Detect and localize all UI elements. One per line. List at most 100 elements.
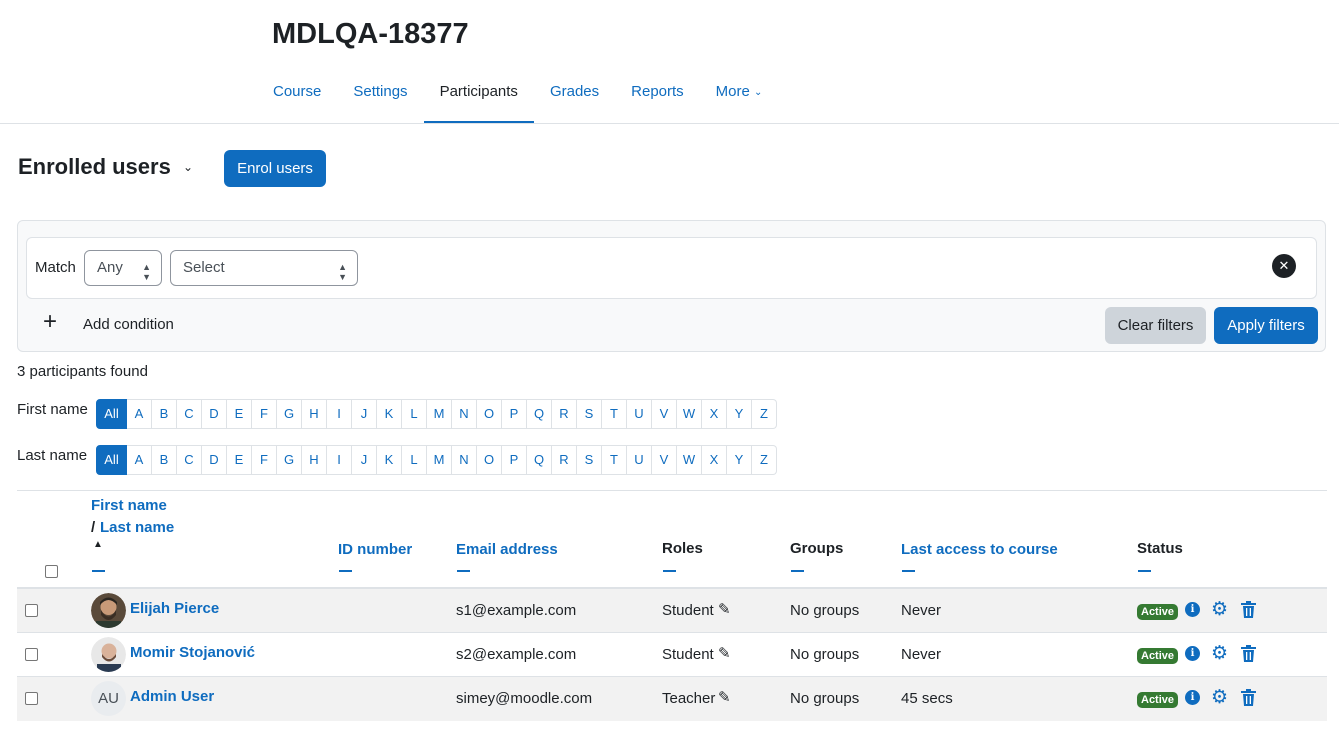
tab-participants[interactable]: Participants bbox=[423, 70, 535, 124]
last-name-initial-j[interactable]: J bbox=[352, 445, 377, 475]
user-name-link[interactable]: Elijah Pierce bbox=[130, 600, 219, 617]
last-name-initial-s[interactable]: S bbox=[577, 445, 602, 475]
first-name-initial-s[interactable]: S bbox=[577, 399, 602, 429]
first-name-initial-m[interactable]: M bbox=[427, 399, 452, 429]
row-checkbox[interactable] bbox=[25, 692, 38, 705]
last-name-initial-x[interactable]: X bbox=[702, 445, 727, 475]
user-name-link[interactable]: Momir Stojanović bbox=[130, 644, 255, 661]
first-name-initial-e[interactable]: E bbox=[227, 399, 252, 429]
first-name-initial-z[interactable]: Z bbox=[752, 399, 777, 429]
collapse-column-icon[interactable] bbox=[339, 570, 352, 572]
user-name-link[interactable]: Admin User bbox=[130, 688, 214, 705]
first-name-initial-r[interactable]: R bbox=[552, 399, 577, 429]
first-name-initial-o[interactable]: O bbox=[477, 399, 502, 429]
pencil-icon[interactable]: ✎ bbox=[718, 688, 731, 706]
remove-condition-icon[interactable]: ✕ bbox=[1272, 254, 1296, 278]
collapse-column-icon[interactable] bbox=[92, 570, 105, 572]
sort-first-name[interactable]: First name bbox=[91, 497, 167, 514]
first-name-initial-i[interactable]: I bbox=[327, 399, 352, 429]
info-icon[interactable]: i bbox=[1185, 602, 1200, 617]
last-name-initial-w[interactable]: W bbox=[677, 445, 702, 475]
sort-last-access[interactable]: Last access to course bbox=[901, 541, 1058, 558]
select-all-checkbox[interactable] bbox=[45, 565, 58, 578]
last-name-initial-n[interactable]: N bbox=[452, 445, 477, 475]
tab-grades[interactable]: Grades bbox=[534, 70, 615, 124]
last-name-initial-l[interactable]: L bbox=[402, 445, 427, 475]
avatar[interactable] bbox=[91, 593, 126, 628]
tab-reports[interactable]: Reports bbox=[615, 70, 700, 124]
sort-id-number[interactable]: ID number bbox=[338, 541, 412, 558]
first-name-initial-f[interactable]: F bbox=[252, 399, 277, 429]
last-name-initial-r[interactable]: R bbox=[552, 445, 577, 475]
sort-last-name[interactable]: Last name bbox=[100, 519, 174, 536]
tab-settings[interactable]: Settings bbox=[337, 70, 423, 124]
tab-more[interactable]: More ⌄ bbox=[700, 70, 779, 124]
apply-filters-button[interactable]: Apply filters bbox=[1214, 307, 1318, 344]
last-name-initial-p[interactable]: P bbox=[502, 445, 527, 475]
collapse-column-icon[interactable] bbox=[791, 570, 804, 572]
collapse-column-icon[interactable] bbox=[902, 570, 915, 572]
row-checkbox[interactable] bbox=[25, 604, 38, 617]
plus-icon[interactable]: + bbox=[43, 310, 57, 334]
last-name-initial-t[interactable]: T bbox=[602, 445, 627, 475]
condition-select[interactable]: Select ▲ ▼ bbox=[170, 250, 358, 286]
first-name-initial-g[interactable]: G bbox=[277, 399, 302, 429]
page-title[interactable]: Enrolled users bbox=[18, 154, 171, 180]
first-name-initial-y[interactable]: Y bbox=[727, 399, 752, 429]
clear-filters-button[interactable]: Clear filters bbox=[1105, 307, 1206, 344]
first-name-initial-u[interactable]: U bbox=[627, 399, 652, 429]
pencil-icon[interactable]: ✎ bbox=[718, 600, 731, 618]
last-name-initial-v[interactable]: V bbox=[652, 445, 677, 475]
chevron-down-icon[interactable]: ⌄ bbox=[183, 160, 193, 174]
first-name-initial-n[interactable]: N bbox=[452, 399, 477, 429]
last-name-initial-c[interactable]: C bbox=[177, 445, 202, 475]
first-name-initial-l[interactable]: L bbox=[402, 399, 427, 429]
first-name-initial-v[interactable]: V bbox=[652, 399, 677, 429]
first-name-initial-a[interactable]: A bbox=[127, 399, 152, 429]
avatar[interactable]: AU bbox=[91, 681, 126, 716]
tab-course[interactable]: Course bbox=[257, 70, 337, 124]
collapse-column-icon[interactable] bbox=[663, 570, 676, 572]
first-name-initial-t[interactable]: T bbox=[602, 399, 627, 429]
trash-icon[interactable] bbox=[1241, 645, 1256, 662]
gear-icon[interactable]: ⚙ bbox=[1211, 688, 1228, 707]
pencil-icon[interactable]: ✎ bbox=[718, 644, 731, 662]
last-name-initial-m[interactable]: M bbox=[427, 445, 452, 475]
collapse-column-icon[interactable] bbox=[457, 570, 470, 572]
first-name-initial-all[interactable]: All bbox=[96, 399, 127, 429]
last-name-initial-q[interactable]: Q bbox=[527, 445, 552, 475]
last-name-initial-i[interactable]: I bbox=[327, 445, 352, 475]
first-name-initial-h[interactable]: H bbox=[302, 399, 327, 429]
last-name-initial-z[interactable]: Z bbox=[752, 445, 777, 475]
last-name-initial-g[interactable]: G bbox=[277, 445, 302, 475]
info-icon[interactable]: i bbox=[1185, 690, 1200, 705]
last-name-initial-e[interactable]: E bbox=[227, 445, 252, 475]
last-name-initial-u[interactable]: U bbox=[627, 445, 652, 475]
info-icon[interactable]: i bbox=[1185, 646, 1200, 661]
last-name-initial-d[interactable]: D bbox=[202, 445, 227, 475]
first-name-initial-q[interactable]: Q bbox=[527, 399, 552, 429]
first-name-initial-x[interactable]: X bbox=[702, 399, 727, 429]
last-name-initial-all[interactable]: All bbox=[96, 445, 127, 475]
add-condition-button[interactable]: Add condition bbox=[83, 316, 174, 333]
first-name-initial-b[interactable]: B bbox=[152, 399, 177, 429]
collapse-column-icon[interactable] bbox=[1138, 570, 1151, 572]
match-select[interactable]: Any ▲ ▼ bbox=[84, 250, 162, 286]
gear-icon[interactable]: ⚙ bbox=[1211, 600, 1228, 619]
first-name-initial-p[interactable]: P bbox=[502, 399, 527, 429]
trash-icon[interactable] bbox=[1241, 689, 1256, 706]
first-name-initial-j[interactable]: J bbox=[352, 399, 377, 429]
last-name-initial-a[interactable]: A bbox=[127, 445, 152, 475]
last-name-initial-b[interactable]: B bbox=[152, 445, 177, 475]
first-name-initial-c[interactable]: C bbox=[177, 399, 202, 429]
row-checkbox[interactable] bbox=[25, 648, 38, 661]
last-name-initial-f[interactable]: F bbox=[252, 445, 277, 475]
sort-email[interactable]: Email address bbox=[456, 541, 558, 558]
enrol-users-button[interactable]: Enrol users bbox=[224, 150, 326, 187]
avatar[interactable] bbox=[91, 637, 126, 672]
last-name-initial-o[interactable]: O bbox=[477, 445, 502, 475]
first-name-initial-k[interactable]: K bbox=[377, 399, 402, 429]
gear-icon[interactable]: ⚙ bbox=[1211, 644, 1228, 663]
first-name-initial-w[interactable]: W bbox=[677, 399, 702, 429]
last-name-initial-h[interactable]: H bbox=[302, 445, 327, 475]
